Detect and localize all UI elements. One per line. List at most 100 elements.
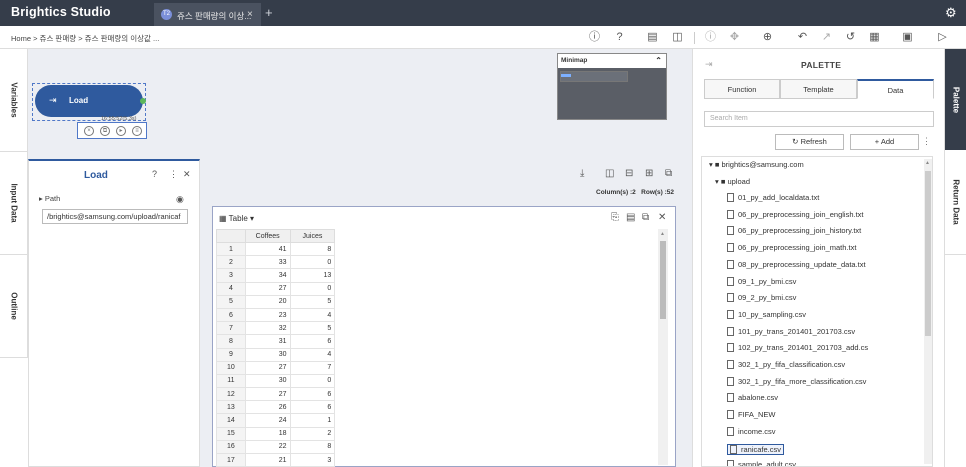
file-item[interactable]: FIFA_NEW — [727, 410, 776, 420]
table-cell[interactable]: 2 — [289, 426, 336, 441]
tab-model[interactable]: T2 쥬스 판매량의 이상... × — [154, 3, 261, 26]
tree-scrollbar[interactable]: ▲ — [924, 159, 932, 464]
table-cell[interactable]: 0 — [289, 373, 336, 389]
info-icon[interactable]: ⓘ — [587, 30, 602, 45]
file-item[interactable]: 302_1_py_fifa_classification.csv — [727, 360, 845, 369]
scroll-up-icon[interactable]: ▲ — [660, 231, 665, 237]
search-input[interactable]: Search Item — [704, 111, 934, 127]
file-item[interactable]: 10_py_sampling.csv — [727, 309, 806, 319]
column-header[interactable]: Coffees — [244, 229, 291, 243]
file-item[interactable]: 08_py_preprocessing_update_data.txt — [727, 259, 866, 269]
table-row[interactable]: 14 24 1 — [216, 413, 367, 428]
tree-root[interactable]: ▾ ■ brightics@samsung.com — [709, 160, 804, 169]
tab-function[interactable]: Function — [704, 79, 780, 99]
scroll-thumb[interactable] — [925, 171, 931, 336]
database-icon[interactable]: ◉ — [176, 194, 184, 205]
clipboard-icon[interactable]: ▦ — [867, 30, 882, 45]
split-horizontal-icon[interactable]: ⊟ — [625, 168, 633, 179]
document-icon[interactable]: ▤ — [645, 30, 660, 45]
table-row[interactable]: 9 30 4 — [216, 347, 367, 362]
gear-icon[interactable]: ⚙ — [945, 5, 957, 21]
undo-icon[interactable]: ↶ — [795, 30, 810, 45]
tab-data[interactable]: Data — [857, 79, 934, 99]
copy-icon[interactable]: ⧉ — [100, 126, 110, 136]
table-row[interactable]: 2 33 0 — [216, 255, 367, 270]
view-select[interactable]: ▦ Table ▾ — [219, 214, 254, 223]
table-cell[interactable]: 30 — [244, 373, 291, 389]
play-icon[interactable]: ▸ — [116, 126, 126, 136]
table-cell[interactable]: 6 — [289, 387, 336, 402]
minimap-header[interactable]: Minimap ⌃ — [558, 54, 666, 68]
file-item[interactable]: 09_1_py_bmi.csv — [727, 276, 796, 286]
table-cell[interactable]: 21 — [244, 452, 291, 467]
table-cell[interactable]: 26 — [244, 400, 291, 415]
table-cell[interactable]: 4 — [289, 347, 336, 362]
run-icon[interactable]: ▷ — [935, 30, 950, 45]
table-row[interactable]: 3 34 13 — [216, 268, 367, 283]
delete-icon[interactable]: ≡ — [132, 126, 142, 136]
download-icon[interactable]: ⤓ — [580, 168, 584, 179]
move-icon[interactable]: ✥ — [727, 30, 742, 45]
tree-folder[interactable]: ▾ ■ upload — [715, 177, 750, 186]
table-scrollbar[interactable]: ▲ — [658, 229, 668, 465]
zoom-fit-icon[interactable]: ⊕ — [760, 30, 775, 45]
table-row[interactable]: 17 21 3 — [216, 452, 367, 467]
table-cell[interactable]: 4 — [289, 307, 336, 323]
table-row[interactable]: 11 30 0 — [216, 373, 367, 389]
scroll-thumb[interactable] — [660, 241, 666, 319]
close-tab-icon[interactable]: × — [247, 9, 253, 20]
table-row[interactable]: 5 20 5 — [216, 294, 367, 309]
share-icon[interactable]: ↗ — [819, 30, 834, 45]
table-cell[interactable]: 8 — [289, 439, 336, 455]
table-cell[interactable]: 31 — [244, 334, 291, 349]
table-cell[interactable]: 5 — [289, 294, 336, 309]
table-cell[interactable]: 18 — [244, 426, 291, 441]
help-icon[interactable]: ? — [612, 30, 627, 45]
table-cell[interactable]: 33 — [244, 255, 291, 270]
table-cell[interactable]: 6 — [289, 334, 336, 349]
column-settings-icon[interactable]: ▤ — [626, 212, 635, 223]
chevron-up-icon[interactable]: ⌃ — [655, 54, 662, 68]
table-cell[interactable]: 0 — [289, 255, 336, 270]
copy-table-icon[interactable]: ⧉ — [642, 212, 649, 223]
tab-outline[interactable]: Outline — [0, 255, 28, 358]
close-icon[interactable]: ✕ — [183, 169, 191, 180]
table-row[interactable]: 1 41 8 — [216, 241, 367, 257]
table-row[interactable]: 6 23 4 — [216, 307, 367, 323]
layers-icon[interactable]: ◫ — [670, 30, 685, 45]
table-row[interactable]: 16 22 8 — [216, 439, 367, 455]
file-item[interactable]: 06_py_preprocessing_join_math.txt — [727, 243, 856, 253]
table-cell[interactable]: 20 — [244, 294, 291, 309]
table-cell[interactable]: 30 — [244, 347, 291, 362]
node-output-port[interactable] — [140, 98, 146, 104]
grid-view-icon[interactable]: ⊞ — [645, 168, 653, 179]
close-table-icon[interactable]: ✕ — [658, 212, 666, 223]
tab-input-data[interactable]: Input Data — [0, 152, 28, 255]
file-item[interactable]: sample_adult.csv — [727, 460, 796, 466]
table-row[interactable]: 4 27 0 — [216, 281, 367, 296]
add-button[interactable]: + Add — [850, 134, 919, 150]
file-item[interactable]: income.csv — [727, 426, 776, 436]
more-vertical-icon[interactable]: ⋮ — [922, 136, 931, 147]
table-cell[interactable]: 5 — [289, 321, 336, 336]
table-row[interactable]: 13 26 6 — [216, 400, 367, 415]
table-cell[interactable]: 23 — [244, 307, 291, 323]
info-outline-icon[interactable]: ⓘ — [703, 30, 718, 45]
table-cell[interactable]: 22 — [244, 439, 291, 455]
calendar-icon[interactable]: ▣ — [900, 30, 915, 45]
column-header[interactable]: Juices — [289, 229, 336, 243]
table-row[interactable]: 10 27 7 — [216, 360, 367, 375]
table-cell[interactable]: 27 — [244, 360, 291, 375]
collapse-icon[interactable]: ⇥ — [705, 59, 713, 70]
tab-palette[interactable]: Palette — [945, 49, 966, 150]
scroll-up-icon[interactable]: ▲ — [925, 160, 930, 166]
table-cell[interactable]: 32 — [244, 321, 291, 336]
table-row[interactable]: 15 18 2 — [216, 426, 367, 441]
file-item[interactable]: ranicafe.csv — [727, 443, 785, 455]
file-item[interactable]: 302_1_py_fifa_more_classification.csv — [727, 376, 866, 386]
minimap[interactable]: Minimap ⌃ — [557, 53, 667, 120]
file-item[interactable]: 06_py_preprocessing_join_history.txt — [727, 226, 861, 236]
table-cell[interactable]: 8 — [289, 241, 336, 257]
file-item[interactable]: 102_py_trans_201401_201703_add.cs — [727, 343, 868, 353]
add-tab-icon[interactable]: + — [265, 5, 273, 20]
